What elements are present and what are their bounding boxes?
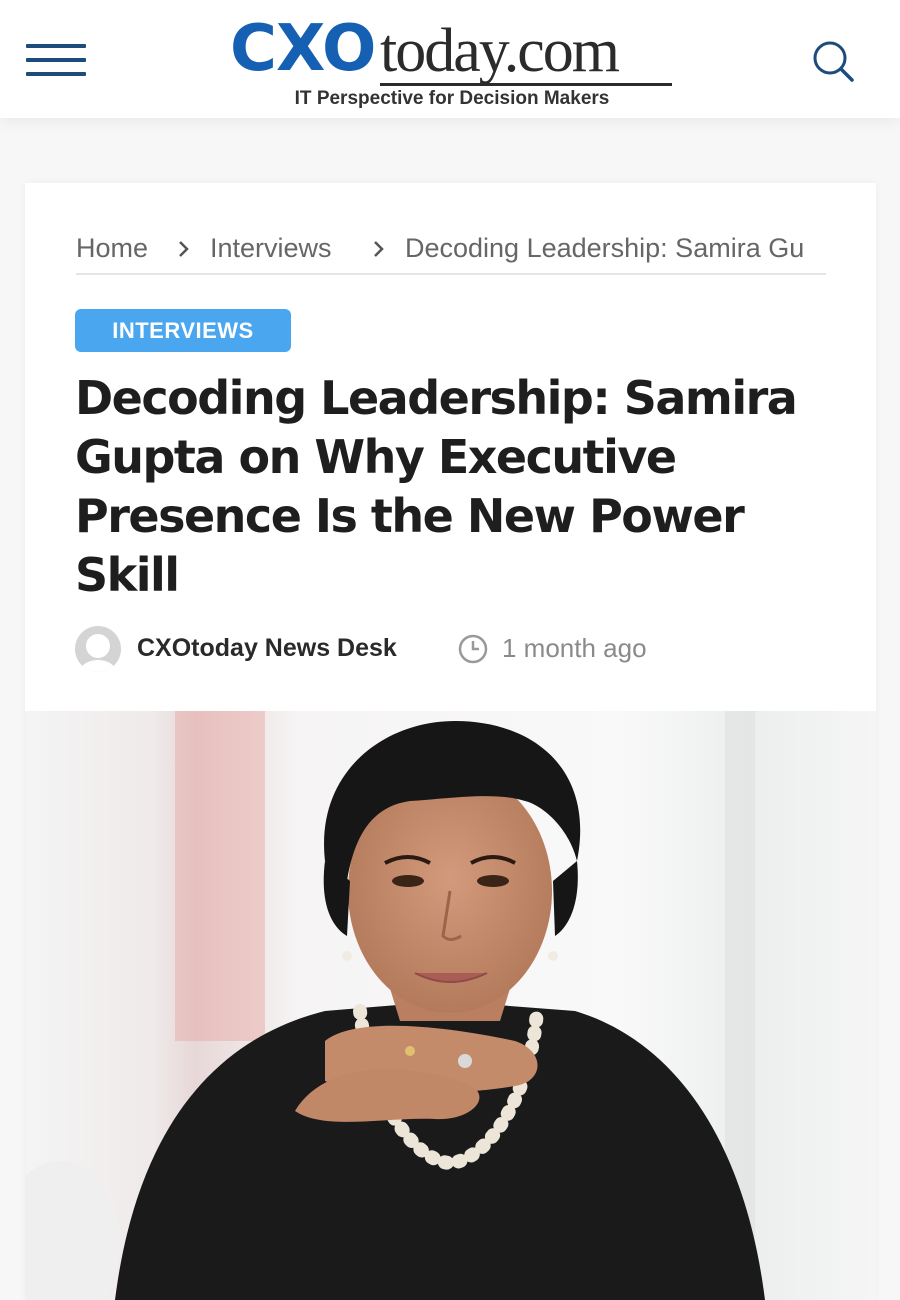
- article-title: Decoding Leadership: Samira Gupta on Why…: [75, 371, 798, 602]
- article-card: Home Interviews Decoding Leadership: Sam…: [25, 183, 876, 1300]
- chevron-right-icon: [372, 235, 386, 257]
- menu-bar: [26, 58, 86, 62]
- article-hero-image: [25, 711, 876, 1300]
- breadcrumb-home[interactable]: Home: [76, 231, 148, 265]
- hamburger-menu-icon[interactable]: [26, 44, 86, 78]
- breadcrumb-current: Decoding Leadership: Samira Gu: [405, 233, 805, 263]
- author-name[interactable]: CXOtoday News Desk: [137, 631, 397, 665]
- author-avatar[interactable]: [75, 626, 121, 672]
- chevron-right-icon: [177, 235, 191, 257]
- published-time: 1 month ago: [502, 633, 647, 663]
- avatar-placeholder-icon: [75, 626, 121, 672]
- category-badge[interactable]: INTERVIEWS: [75, 309, 291, 352]
- portrait-photo: [25, 711, 765, 1300]
- article-meta: CXOtoday News Desk 1 month ago: [75, 625, 835, 673]
- site-header: CXO today.com IT Perspective for Decisio…: [0, 0, 900, 118]
- clock-icon: [457, 633, 489, 665]
- logo-cxo: CXO: [230, 12, 376, 86]
- site-logo[interactable]: CXO today.com IT Perspective for Decisio…: [230, 14, 675, 110]
- menu-bar: [26, 44, 86, 48]
- logo-tagline: IT Perspective for Decision Makers: [294, 88, 610, 109]
- logo-domain: today.com: [380, 17, 620, 85]
- breadcrumb-interviews[interactable]: Interviews: [210, 231, 332, 265]
- menu-bar: [26, 72, 86, 76]
- breadcrumb: Home Interviews Decoding Leadership: Sam…: [76, 183, 826, 275]
- logo-underline: [380, 83, 672, 86]
- search-icon[interactable]: [810, 38, 856, 84]
